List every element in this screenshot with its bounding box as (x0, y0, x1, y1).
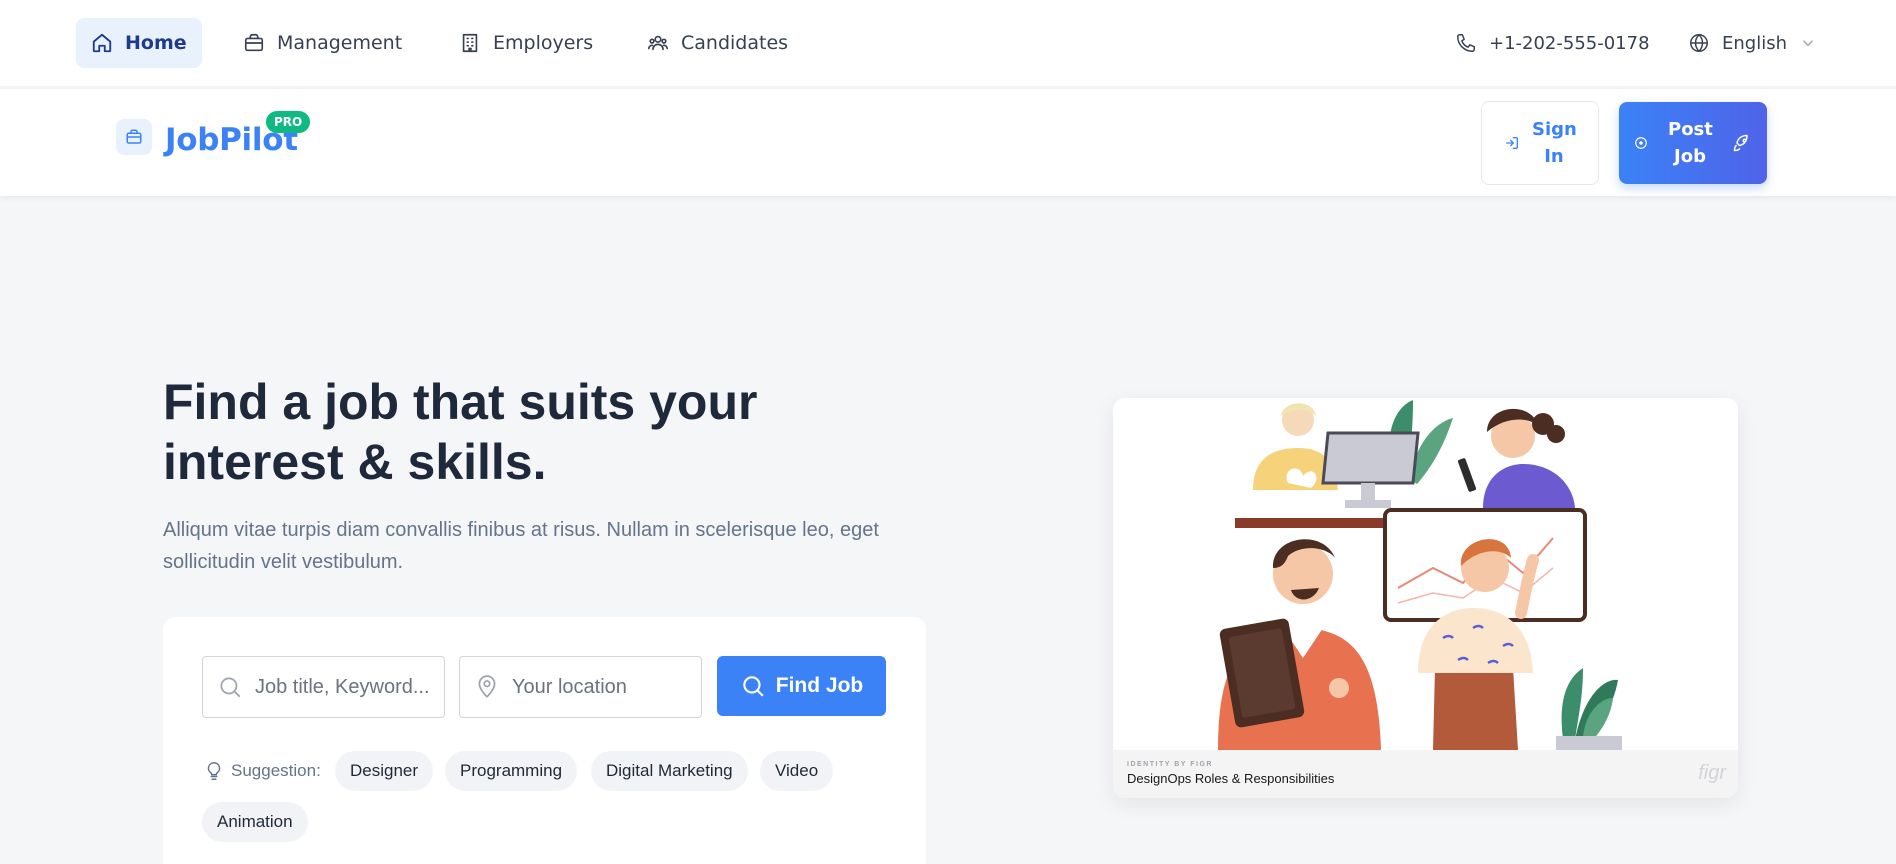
chevron-down-icon (1803, 40, 1813, 47)
users-icon (648, 35, 668, 51)
nav-employers[interactable]: Employers (444, 18, 608, 68)
suggestion-chip[interactable]: Video (760, 751, 834, 791)
find-job-button[interactable]: Find Job (717, 656, 886, 716)
search-icon (743, 676, 764, 697)
brand-bar: JobPilot PRO Sign In Post Job (0, 88, 1896, 196)
post-job-button[interactable]: Post Job (1619, 102, 1767, 184)
pro-badge: PRO (266, 111, 311, 133)
hero-title: Find a job that suits your interest & sk… (163, 374, 758, 490)
hero-illustration-card: IDENTITY BY FIGR DesignOps Roles & Respo… (1113, 398, 1738, 798)
illustration-caption: DesignOps Roles & Responsibilities (1127, 771, 1335, 786)
phone-link[interactable]: +1-202-555-0178 (1455, 18, 1650, 68)
nav-home[interactable]: Home (76, 18, 202, 68)
logo-mark[interactable] (116, 119, 152, 155)
home-icon (92, 33, 112, 53)
suggestion-label: Suggestion: (231, 761, 321, 780)
suggestion-chip[interactable]: Animation (202, 802, 308, 842)
phone-icon (1457, 34, 1475, 52)
map-pin-icon (478, 675, 496, 698)
globe-icon (1690, 33, 1708, 53)
briefcase-icon (244, 33, 264, 52)
illustration-footer: IDENTITY BY FIGR DesignOps Roles & Respo… (1113, 750, 1738, 798)
building-icon (462, 33, 478, 53)
nav-candidates[interactable]: Candidates (632, 18, 803, 68)
sign-in-button[interactable]: Sign In (1481, 101, 1599, 185)
nav-management[interactable]: Management (228, 18, 417, 68)
location-placeholder: Your location (512, 675, 627, 698)
illustration-overline: IDENTITY BY FIGR (1127, 761, 1213, 768)
suggestion-chip[interactable]: Programming (445, 751, 578, 791)
nav-management-label: Management (277, 32, 403, 54)
illustration-watermark: figr (1698, 762, 1726, 784)
suggestion-chip[interactable]: Designer (335, 751, 434, 791)
sign-in-icon (1506, 137, 1518, 149)
search-card: Job title, Keyword... Your location Find… (163, 617, 926, 864)
lightbulb-icon (207, 762, 221, 780)
post-job-label: Post Job (1668, 119, 1713, 167)
keyword-placeholder: Job title, Keyword... (255, 675, 430, 698)
phone-number: +1-202-555-0178 (1489, 32, 1650, 54)
briefcase-icon (126, 129, 142, 144)
nav-employers-label: Employers (493, 32, 594, 54)
rocket-icon (1733, 134, 1748, 152)
language-label: English (1722, 32, 1787, 54)
find-job-label: Find Job (775, 674, 864, 697)
search-icon (220, 677, 241, 698)
nav-candidates-label: Candidates (681, 32, 789, 54)
nav-home-label: Home (125, 32, 187, 54)
suggestion-label-group: Suggestion: (203, 756, 321, 786)
top-nav: Home Management Employers Candidates +1-… (0, 0, 1896, 86)
keyword-field[interactable]: Job title, Keyword... (202, 656, 445, 718)
sign-in-label: Sign In (1532, 119, 1577, 167)
suggestion-chip[interactable]: Digital Marketing (591, 751, 748, 791)
language-select[interactable]: English (1688, 18, 1817, 68)
plus-circle-icon (1635, 137, 1647, 149)
team-illustration (1113, 398, 1738, 750)
hero-subtitle: Alliqum vitae turpis diam convallis fini… (163, 519, 879, 573)
location-field[interactable]: Your location (459, 656, 702, 718)
